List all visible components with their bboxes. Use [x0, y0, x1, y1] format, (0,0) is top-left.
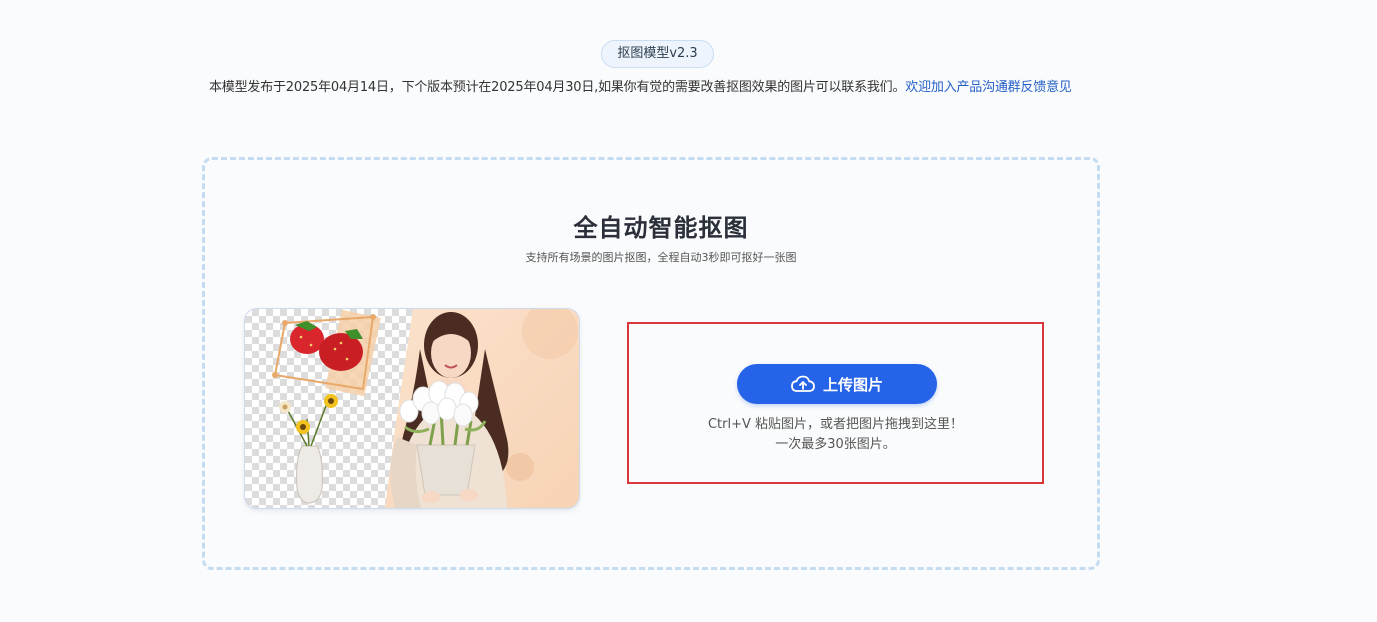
demo-example-image — [245, 309, 579, 508]
release-notice: 本模型发布于2025年04月14日，下个版本预计在2025年04月30日,如果你… — [209, 78, 1099, 98]
paste-drag-hint: Ctrl+V 粘贴图片，或者把图片拖拽到这里！ — [707, 417, 964, 432]
model-version-badge: 抠图模型v2.3 — [601, 40, 714, 68]
upload-image-button[interactable]: 上传图片 — [737, 364, 937, 404]
feedback-group-link[interactable]: 欢迎加入产品沟通群反馈意见 — [905, 80, 1072, 95]
upload-limit-hint: 一次最多30张图片。 — [775, 437, 896, 452]
demo-illustration — [272, 309, 579, 508]
upload-button-label: 上传图片 — [822, 375, 883, 394]
vase-graphic — [279, 394, 338, 504]
cloud-upload-icon — [791, 375, 815, 393]
release-notice-text: 本模型发布于2025年04月14日，下个版本预计在2025年04月30日,如果你… — [209, 80, 906, 95]
hero-title: 全自动智能抠图 — [573, 214, 749, 242]
hero-subtitle: 支持所有场景的图片抠图，全程自动3秒即可抠好一张图 — [525, 251, 797, 264]
